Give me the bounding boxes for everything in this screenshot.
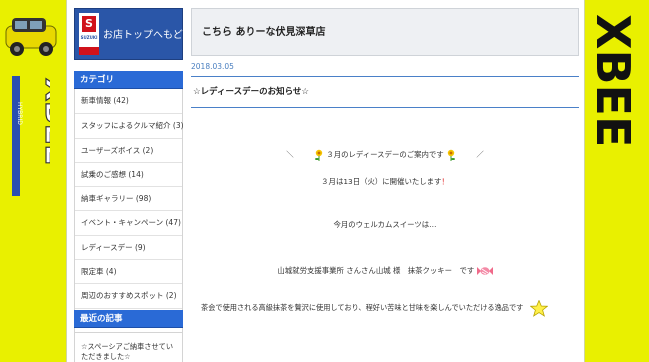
- svg-text:XBEE: XBEE: [38, 78, 50, 165]
- suzuki-badge-text: SUZUKI: [80, 35, 98, 40]
- svg-text:XBEE: XBEE: [593, 14, 640, 147]
- flower-icon: [314, 149, 323, 161]
- category-item-new-cars[interactable]: 新車情報 (42): [75, 89, 182, 113]
- cookie-text: 山城就労支援事業所 さんさん山城 様 抹茶クッキー です: [277, 266, 475, 275]
- category-item-delivery-gallery[interactable]: 納車ギャラリー (98): [75, 186, 182, 210]
- post-line-cookie: 山城就労支援事業所 さんさん山城 様 抹茶クッキー です: [191, 265, 579, 277]
- post-title: ☆レディースデーのお知らせ☆: [193, 87, 310, 97]
- candy-icon: [476, 267, 493, 275]
- sidebar: S SUZUKI お店トップへもどる カテゴリ 新車情報 (42) スタッフによ…: [74, 8, 193, 362]
- right-ad-banner[interactable]: XBEE: [585, 0, 649, 362]
- back-to-top-label: お店トップへもどる: [103, 30, 193, 41]
- post-line-description: 茶会で使用される高級抹茶を贅沢に使用しており、程好い苦味と甘味を楽しんでいただけ…: [191, 299, 579, 317]
- description-text: 茶会で使用される高級抹茶を贅沢に使用しており、程好い苦味と甘味を楽しんでいただけ…: [201, 303, 524, 312]
- post-line-date: ３月は13日（火）に開催いたします！: [191, 176, 579, 187]
- category-item-events[interactable]: イベント・キャンペーン (47): [75, 210, 182, 234]
- category-item-staff-intro[interactable]: スタッフによるクルマ紹介 (3): [75, 113, 184, 137]
- announcement-text: ３月のレディースデーのご案内です: [326, 150, 444, 159]
- category-item-ladies-day[interactable]: レディースデー (9): [75, 234, 182, 259]
- post-date: 2018.03.05: [191, 62, 234, 71]
- category-item-limited[interactable]: 限定車 (4): [75, 259, 182, 283]
- recent-posts-box: 最近の記事 ☆スペーシアご納車させていただきました☆: [74, 310, 183, 362]
- main-content: こちら ありーな伏見深草店 2018.03.05 ☆レディースデーのお知らせ☆ …: [191, 8, 579, 317]
- left-ad-banner[interactable]: XBEE HYBRID: [0, 0, 66, 362]
- suzuki-logo-icon: S SUZUKI: [79, 13, 99, 55]
- star-icon: [529, 299, 548, 317]
- divider: [191, 107, 579, 108]
- category-item-nearby-spots[interactable]: 周辺のおすすめスポット (2): [75, 283, 182, 307]
- category-list: 新車情報 (42) スタッフによるクルマ紹介 (3) ユーザーズボイス (2) …: [74, 89, 184, 333]
- xbee-hybrid-logo-icon: XBEE HYBRID: [12, 76, 50, 196]
- shop-title: こちら ありーな伏見深草店: [191, 8, 579, 56]
- xbee-logo-icon: XBEE: [593, 14, 640, 147]
- recent-posts-header: 最近の記事: [74, 310, 183, 328]
- post-line-sweets: 今月のウェルカムスイーツは…: [333, 220, 437, 229]
- page-container: S SUZUKI お店トップへもどる カテゴリ 新車情報 (42) スタッフによ…: [66, 0, 585, 362]
- post-body: ＼ ３月のレディースデーのご案内です ／ ３月は13日（火）に開催いたします！ …: [191, 148, 579, 317]
- car-icon: [5, 18, 57, 56]
- event-date-text: ３月は13日（火）に開催いたします: [321, 177, 442, 186]
- exclamation: ！: [441, 177, 449, 186]
- slash-right: ／: [476, 150, 484, 159]
- svg-text:HYBRID: HYBRID: [16, 102, 23, 125]
- recent-post-link[interactable]: ☆スペーシアご納車させていただきました☆: [74, 328, 183, 362]
- category-item-test-drive[interactable]: 試乗のご感想 (14): [75, 161, 182, 186]
- category-box: カテゴリ 新車情報 (42) スタッフによるクルマ紹介 (3) ユーザーズボイス…: [74, 71, 184, 333]
- post-line-announcement: ＼ ３月のレディースデーのご案内です ／: [191, 148, 579, 162]
- category-header: カテゴリ: [74, 71, 183, 89]
- slash-left: ＼: [286, 150, 294, 159]
- back-to-top-button[interactable]: S SUZUKI お店トップへもどる: [74, 8, 193, 60]
- flower-icon: [447, 149, 456, 161]
- category-item-users-voice[interactable]: ユーザーズボイス (2): [75, 137, 182, 162]
